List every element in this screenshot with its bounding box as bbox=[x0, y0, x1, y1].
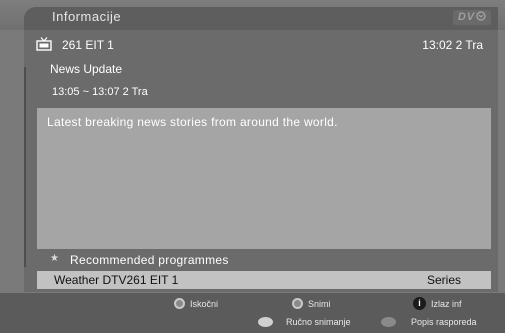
schedule-list-hint-label: Popis rasporeda bbox=[411, 317, 477, 327]
programme-description-box: Latest breaking news stories from around… bbox=[37, 108, 491, 249]
recommended-programme-type: Series bbox=[427, 273, 462, 287]
channel-name: 261 EIT 1 bbox=[62, 38, 114, 52]
ring-button-icon bbox=[174, 298, 185, 309]
light-button-icon bbox=[258, 317, 273, 327]
manual-record-hint-label: Ručno snimanje bbox=[286, 317, 351, 327]
dtv-logo-text: DV bbox=[457, 11, 476, 23]
programme-time: 13:05 ~ 13:07 2 Tra bbox=[52, 86, 148, 98]
record-hint[interactable]: Snimi bbox=[292, 298, 331, 309]
dtv-logo: DV bbox=[453, 10, 491, 25]
dark-button-icon bbox=[381, 317, 396, 327]
schedule-list-hint[interactable]: Popis rasporeda bbox=[381, 317, 477, 327]
popup-hint-label: Iskočni bbox=[190, 298, 219, 309]
dtv-logo-circle-icon bbox=[476, 11, 486, 21]
panel-divider bbox=[24, 67, 26, 267]
programme-description: Latest breaking news stories from around… bbox=[47, 115, 338, 129]
current-time: 13:02 2 Tra bbox=[422, 38, 483, 52]
info-button-icon: i bbox=[413, 297, 426, 310]
programme-title: News Update bbox=[50, 62, 123, 76]
ring-button-icon bbox=[292, 298, 303, 309]
info-screen: Informacije DV 261 EIT 1 13:02 2 Tra New… bbox=[0, 0, 505, 333]
recommended-programme-name: Weather DTV261 EIT 1 bbox=[54, 273, 179, 287]
page-title: Informacije bbox=[52, 9, 122, 24]
manual-record-hint[interactable]: Ručno snimanje bbox=[258, 317, 351, 327]
help-bar: Iskočni Snimi i Izlaz inf Ručno snimanje… bbox=[0, 293, 505, 333]
exit-info-hint[interactable]: i Izlaz inf bbox=[413, 297, 462, 310]
title-bar: Informacije DV bbox=[0, 0, 505, 30]
tv-antenna-icon bbox=[36, 37, 52, 51]
popup-hint[interactable]: Iskočni bbox=[174, 298, 218, 309]
recommended-label: Recommended programmes bbox=[70, 253, 229, 267]
recommended-programme-row[interactable]: Weather DTV261 EIT 1 Series bbox=[37, 271, 491, 289]
record-hint-label: Snimi bbox=[308, 298, 331, 309]
star-icon: ★ bbox=[50, 253, 59, 264]
exit-info-hint-label: Izlaz inf bbox=[431, 298, 462, 309]
recommended-header: ★ Recommended programmes bbox=[37, 253, 491, 269]
